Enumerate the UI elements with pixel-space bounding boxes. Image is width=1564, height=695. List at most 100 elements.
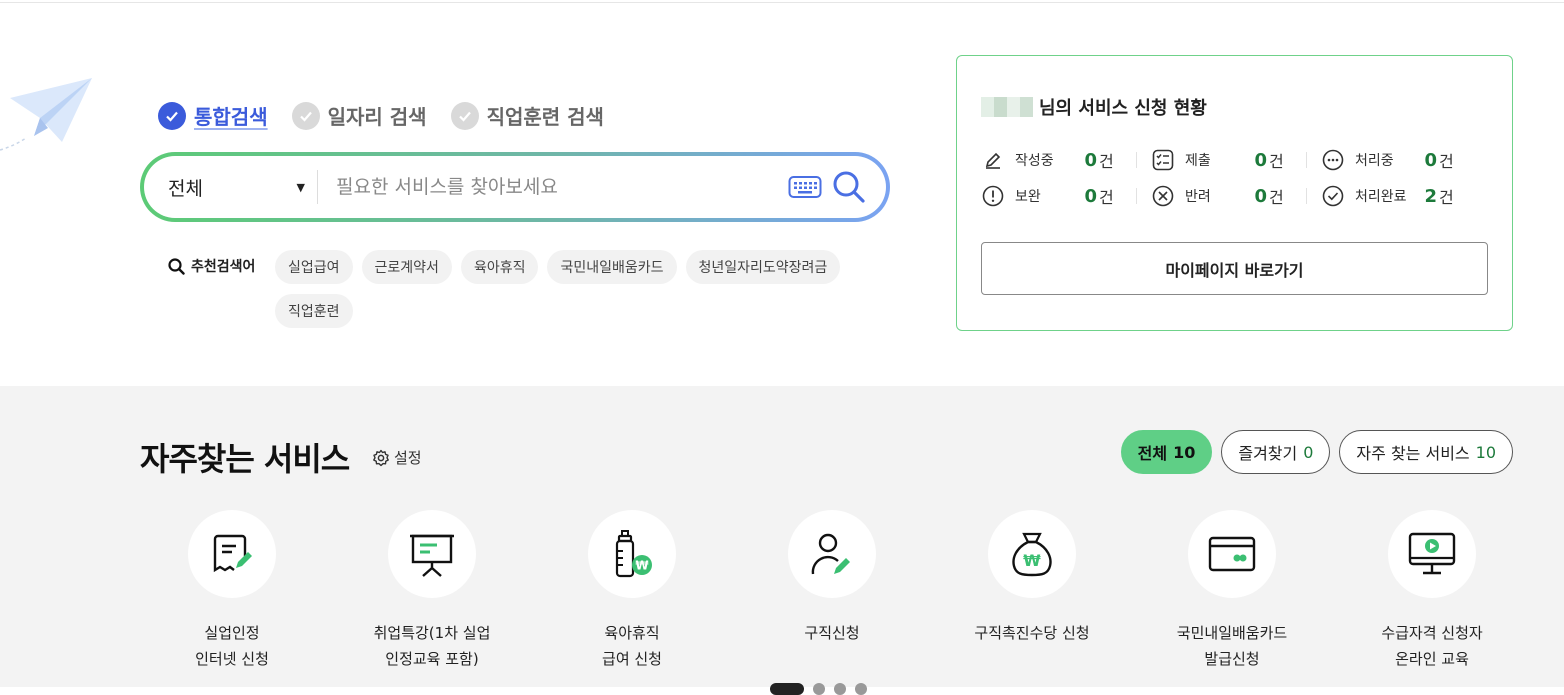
- keyword-chip[interactable]: 근로계약서: [361, 250, 452, 284]
- filter-count: 10: [1173, 442, 1196, 462]
- keyword-chip[interactable]: 실업급여: [275, 250, 353, 284]
- service-item[interactable]: 구직신청: [732, 510, 932, 672]
- alert-icon: [981, 184, 1005, 208]
- check-icon: [450, 101, 479, 130]
- service-list: 실업인정 인터넷 신청 취업특강(1차 실업 인정교육 포함) ₩ 육아휴직 급…: [132, 510, 1532, 672]
- service-item[interactable]: ₩ 육아휴직 급여 신청: [532, 510, 732, 672]
- search-icon[interactable]: [832, 170, 866, 204]
- stat-unit: 건: [1439, 188, 1454, 207]
- section-title: 자주찾는 서비스: [140, 440, 350, 478]
- filter-label: 즐겨찾기: [1238, 444, 1298, 463]
- x-circle-icon: [1151, 184, 1175, 208]
- tab-job-search[interactable]: 일자리 검색: [291, 101, 427, 130]
- blurred-user-name: [981, 97, 1033, 117]
- service-label-line1: 수급자격 신청자: [1381, 624, 1483, 642]
- filter-label: 자주 찾는 서비스: [1356, 444, 1470, 463]
- service-label: 취업특강(1차 실업 인정교육 포함): [342, 620, 522, 672]
- service-label-line1: 실업인정: [204, 624, 260, 642]
- stat-count: 0: [1254, 149, 1267, 171]
- stat-writing[interactable]: 작성중 0 건: [981, 148, 1151, 172]
- stat-completed[interactable]: 처리완료 2 건: [1321, 184, 1491, 208]
- search-bar: 전체 ▼: [140, 152, 890, 222]
- settings-label: 설정: [394, 449, 422, 467]
- service-label-line1: 육아휴직: [604, 624, 660, 642]
- stat-unit: 건: [1269, 188, 1284, 207]
- scope-value: 전체: [168, 177, 203, 200]
- stat-label: 반려: [1185, 189, 1211, 205]
- pager-dot[interactable]: [855, 683, 867, 695]
- stat-submitted[interactable]: 제출 0 건: [1151, 148, 1321, 172]
- service-item[interactable]: 실업인정 인터넷 신청: [132, 510, 332, 672]
- service-label: 수급자격 신청자 온라인 교육: [1342, 620, 1522, 672]
- filter-all-button[interactable]: 전체 10: [1120, 430, 1213, 474]
- baby-bottle-won-icon: ₩: [588, 510, 676, 598]
- keyword-chip[interactable]: 국민내일배움카드: [547, 250, 677, 284]
- gear-icon: [373, 449, 389, 466]
- tab-integrated-search[interactable]: 통합검색: [158, 101, 268, 130]
- stat-label: 처리중: [1355, 153, 1394, 169]
- service-item[interactable]: 취업특강(1차 실업 인정교육 포함): [332, 510, 532, 672]
- service-label-line1: 구직촉진수당 신청: [974, 624, 1090, 642]
- status-title: 님의 서비스 신청 현황: [981, 94, 1207, 120]
- stat-supplement[interactable]: 보완 0 건: [981, 184, 1151, 208]
- stat-unit: 건: [1099, 188, 1114, 207]
- card-icon: [1188, 510, 1276, 598]
- stat-rejected[interactable]: 반려 0 건: [1151, 184, 1321, 208]
- tab-training-search[interactable]: 직업훈련 검색: [450, 101, 604, 130]
- service-item[interactable]: ₩ 구직촉진수당 신청: [932, 510, 1132, 672]
- keyword-chip[interactable]: 직업훈련: [275, 294, 353, 328]
- top-divider: [0, 0, 1564, 3]
- settings-button[interactable]: 설정: [372, 447, 422, 468]
- service-status-card: 님의 서비스 신청 현황 작성중 0 건 제출 0 건 처리중 0 건 보완 0…: [956, 55, 1513, 331]
- stat-count: 0: [1084, 185, 1097, 207]
- presentation-board-icon: [388, 510, 476, 598]
- service-item[interactable]: 수급자격 신청자 온라인 교육: [1332, 510, 1532, 672]
- service-label: 국민내일배움카드 발급신청: [1142, 620, 1322, 672]
- pager-dot[interactable]: [813, 683, 825, 695]
- pager-dot-active[interactable]: [770, 683, 804, 695]
- stat-label: 작성중: [1015, 153, 1054, 169]
- service-label: 구직촉진수당 신청: [942, 620, 1122, 646]
- service-label-line2: 급여 신청: [602, 650, 662, 668]
- search-input[interactable]: [318, 176, 778, 198]
- stat-processing[interactable]: 처리중 0 건: [1321, 148, 1491, 172]
- tab-label: 직업훈련 검색: [486, 105, 604, 129]
- service-label-line2: 인정교육 포함): [385, 650, 479, 668]
- keyboard-icon[interactable]: [788, 175, 822, 199]
- pager-dot[interactable]: [834, 683, 846, 695]
- carousel-pager: [770, 683, 867, 695]
- filter-label: 전체: [1137, 444, 1168, 463]
- svg-text:₩: ₩: [1023, 551, 1041, 570]
- check-icon: [291, 101, 320, 130]
- keyword-chip[interactable]: 청년일자리도약장려금: [685, 250, 841, 284]
- scope-select[interactable]: 전체 ▼: [168, 170, 318, 204]
- service-label: 구직신청: [742, 620, 922, 646]
- service-item[interactable]: 국민내일배움카드 발급신청: [1132, 510, 1332, 672]
- pencil-icon: [981, 148, 1005, 172]
- stat-label: 보완: [1015, 189, 1041, 205]
- filter-buttons: 전체 10 즐겨찾기 0 자주 찾는 서비스 10: [1120, 430, 1513, 474]
- filter-bookmarks-button[interactable]: 즐겨찾기 0: [1221, 430, 1331, 474]
- keyword-chip[interactable]: 육아휴직: [460, 250, 539, 284]
- service-label: 실업인정 인터넷 신청: [142, 620, 322, 672]
- service-label-line2: 온라인 교육: [1395, 650, 1469, 668]
- recommend-chips: 실업급여 근로계약서 육아휴직 국민내일배움카드 청년일자리도약장려금 직업훈련: [275, 250, 865, 328]
- stat-count: 0: [1424, 149, 1437, 171]
- tab-label: 일자리 검색: [327, 105, 427, 129]
- search-bar-inner: 전체 ▼: [144, 156, 886, 218]
- service-label-line2: 인터넷 신청: [195, 650, 269, 668]
- favorites-section: 자주찾는 서비스 설정 전체 10 즐겨찾기 0 자주 찾는 서비스 10 실업…: [0, 386, 1564, 695]
- check-icon: [158, 101, 186, 130]
- service-label-line1: 구직신청: [804, 624, 860, 642]
- receipt-pen-icon: [188, 510, 276, 598]
- check-circle-icon: [1321, 184, 1345, 208]
- service-label-line2: 발급신청: [1204, 650, 1260, 668]
- mypage-button[interactable]: 마이페이지 바로가기: [981, 242, 1488, 295]
- money-bag-won-icon: ₩: [988, 510, 1076, 598]
- paper-plane-icon: [0, 78, 92, 151]
- recommend-label-text: 추천검색어: [191, 259, 256, 275]
- stat-unit: 건: [1269, 152, 1284, 171]
- monitor-play-icon: [1388, 510, 1476, 598]
- stat-label: 제출: [1185, 153, 1211, 169]
- filter-frequent-button[interactable]: 자주 찾는 서비스 10: [1339, 430, 1513, 474]
